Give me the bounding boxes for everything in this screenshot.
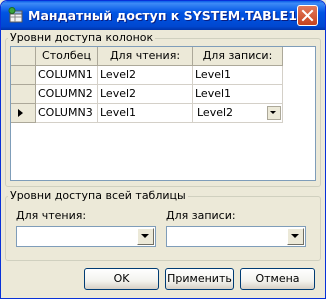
grid-corner-header — [11, 47, 36, 66]
cell-column[interactable]: COLUMN2 — [36, 85, 98, 104]
cell-read-level[interactable]: Level2 — [98, 85, 193, 104]
chevron-down-icon — [291, 234, 299, 238]
column-access-grid[interactable]: Столбец Для чтения: Для записи: COLUMN1 … — [10, 46, 316, 181]
table-write-label: Для записи: — [166, 209, 236, 222]
app-icon — [7, 7, 24, 24]
cell-read-level[interactable]: Level1 — [98, 104, 193, 123]
ok-button[interactable]: OK — [84, 268, 159, 290]
window-title: Мандатный доступ к SYSTEM.TABLE1 — [28, 8, 297, 23]
current-row-pointer-icon — [18, 109, 23, 117]
cell-write-level-editor[interactable]: Level2 — [193, 104, 283, 123]
dropdown-button[interactable] — [287, 228, 304, 245]
row-selector[interactable] — [11, 85, 36, 104]
apply-button[interactable]: Применить — [165, 268, 234, 290]
cell-column[interactable]: COLUMN1 — [36, 66, 98, 85]
chevron-down-icon — [270, 111, 276, 114]
cell-read-level[interactable]: Level2 — [98, 66, 193, 85]
table-read-select[interactable] — [16, 226, 156, 247]
close-icon — [301, 9, 314, 22]
cell-write-level[interactable]: Level1 — [193, 85, 283, 104]
cell-write-level[interactable]: Level1 — [193, 66, 283, 85]
header-column[interactable]: Столбец — [36, 47, 98, 66]
table-access-group-label: Уровни доступа всей таблицы — [8, 189, 188, 202]
table-read-label: Для чтения: — [16, 209, 87, 222]
cell-column[interactable]: COLUMN3 — [36, 104, 98, 123]
cancel-button[interactable]: Отмена — [240, 268, 315, 290]
dropdown-button[interactable] — [137, 228, 154, 245]
close-button[interactable] — [297, 5, 318, 26]
chevron-down-icon — [141, 234, 149, 238]
table-write-select[interactable] — [166, 226, 306, 247]
header-read[interactable]: Для чтения: — [98, 47, 193, 66]
dialog-window: Мандатный доступ к SYSTEM.TABLE1 Уровни … — [0, 0, 326, 299]
row-selector[interactable] — [11, 66, 36, 85]
title-bar[interactable]: Мандатный доступ к SYSTEM.TABLE1 — [1, 1, 325, 30]
cell-dropdown-button[interactable] — [267, 106, 281, 120]
header-write[interactable]: Для записи: — [193, 47, 283, 66]
cell-write-level-value: Level2 — [197, 106, 234, 119]
row-selector-current[interactable] — [11, 104, 36, 123]
column-access-group-label: Уровни доступа колонок — [8, 31, 156, 44]
